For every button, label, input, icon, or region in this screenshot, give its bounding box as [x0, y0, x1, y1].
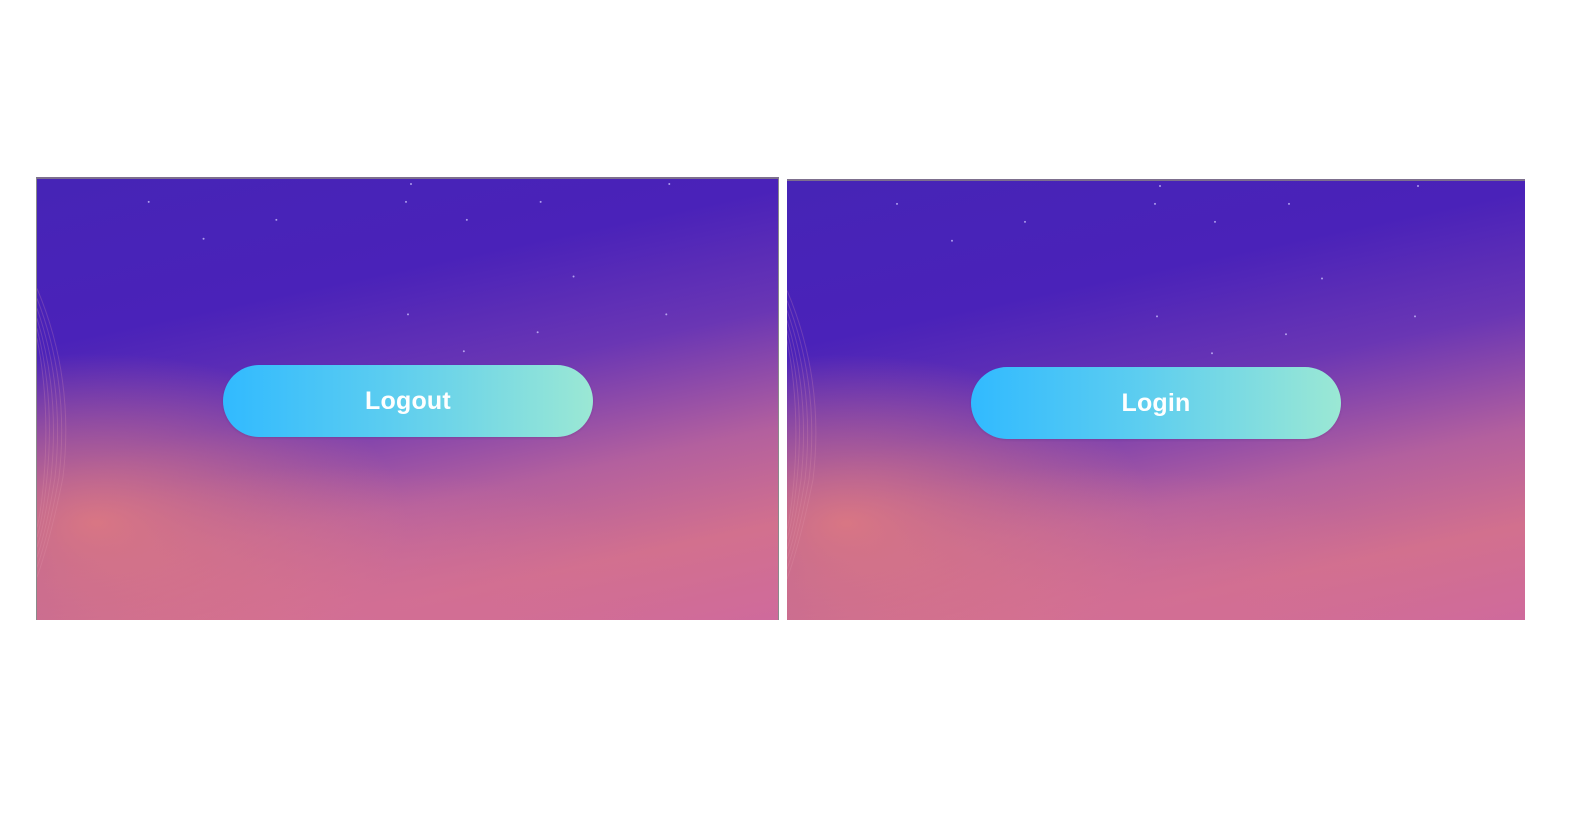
star-dot	[665, 313, 668, 316]
star-dot	[1156, 315, 1158, 318]
star-dot	[1159, 184, 1161, 187]
star-dot	[668, 182, 671, 185]
star-dot	[536, 331, 539, 334]
star-dot	[1024, 220, 1026, 223]
star-dot	[409, 182, 412, 185]
star-dot	[1321, 277, 1323, 280]
star-dot	[896, 202, 898, 205]
star-dot	[1417, 184, 1419, 187]
star-dot	[1154, 202, 1156, 205]
logged-in-panel: Logout	[36, 177, 779, 620]
star-dot	[405, 200, 408, 203]
logged-out-panel: Login	[787, 179, 1525, 620]
star-dot	[465, 218, 468, 221]
star-dot	[951, 239, 953, 242]
login-button[interactable]: Login	[971, 367, 1341, 439]
star-dot	[202, 237, 205, 240]
comparison-stage: Logout Login	[0, 0, 1594, 816]
star-dot	[539, 200, 542, 203]
star-dot	[1288, 202, 1290, 205]
star-dot	[462, 350, 465, 353]
star-dot	[572, 275, 575, 278]
star-field	[147, 182, 671, 353]
star-dot	[275, 218, 278, 221]
star-field	[896, 184, 1419, 355]
logout-button[interactable]: Logout	[223, 365, 593, 437]
star-dot	[407, 313, 409, 316]
contour-waves	[787, 290, 817, 580]
star-dot	[1211, 352, 1213, 355]
star-dot	[147, 200, 150, 203]
star-dot	[1214, 220, 1216, 223]
star-dot	[1285, 333, 1287, 336]
star-dot	[1414, 315, 1416, 318]
contour-waves	[37, 288, 67, 578]
